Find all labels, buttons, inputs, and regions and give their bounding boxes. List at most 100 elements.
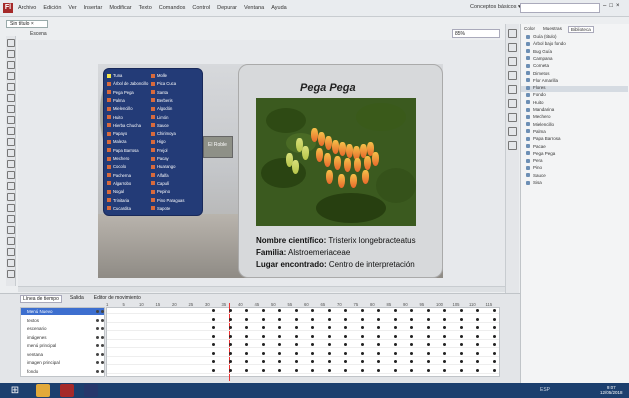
keyframe[interactable]	[311, 351, 314, 355]
keyframe[interactable]	[360, 343, 364, 346]
library-item[interactable]: Corneta	[526, 63, 549, 68]
keyframe[interactable]	[393, 334, 397, 338]
timeline-layer[interactable]: imagen principal	[21, 359, 104, 366]
keyframe[interactable]	[492, 334, 496, 338]
menu-plant-item[interactable]: Papayo	[107, 131, 127, 136]
lock-dot[interactable]	[101, 369, 104, 373]
menu-item[interactable]: Depurar	[217, 5, 237, 11]
keyframe[interactable]	[278, 326, 281, 329]
library-item[interactable]: Mechero	[526, 114, 551, 119]
menu-plant-item[interactable]: Pepino	[151, 189, 170, 194]
library-item[interactable]: Flores	[526, 85, 546, 90]
keyframe[interactable]	[278, 360, 281, 363]
keyframe[interactable]	[393, 309, 397, 312]
keyframe[interactable]	[311, 368, 314, 372]
tool-icon[interactable]	[7, 237, 15, 245]
keyframe[interactable]	[476, 351, 479, 355]
photoshop-taskbar-icon[interactable]	[84, 384, 98, 397]
tool-icon[interactable]	[7, 204, 15, 212]
keyframe[interactable]	[476, 317, 479, 321]
keyframe[interactable]	[212, 343, 215, 346]
keyframe[interactable]	[212, 317, 215, 321]
tool-icon[interactable]	[7, 127, 15, 135]
menu-plant-item[interactable]: Tuna	[107, 73, 122, 78]
tool-icon[interactable]	[7, 149, 15, 157]
keyframe[interactable]	[212, 351, 215, 355]
keyframe[interactable]	[344, 351, 347, 355]
keyframe[interactable]	[228, 360, 232, 363]
keyframe[interactable]	[212, 368, 215, 372]
timeline-layer[interactable]: textos	[21, 317, 104, 324]
keyframe[interactable]	[294, 351, 298, 355]
timeline-layer[interactable]: ventana	[21, 351, 104, 358]
frame-row[interactable]	[107, 334, 499, 340]
menu-plant-item[interactable]: Mechero	[107, 156, 129, 161]
library-item[interactable]: Mielencillo	[526, 122, 554, 127]
flash-taskbar-icon[interactable]	[60, 384, 74, 397]
panel-icon[interactable]	[508, 71, 517, 80]
library-item[interactable]: Guía (titulo)	[526, 34, 557, 39]
menu-plant-item[interactable]: Pino Paraguas	[151, 198, 184, 203]
keyframe[interactable]	[360, 309, 364, 312]
keyframe[interactable]	[311, 317, 314, 321]
timeline-tab[interactable]: Línea de tiempo	[20, 295, 62, 303]
keyframe[interactable]	[459, 326, 463, 329]
menu-item[interactable]: Comandos	[159, 5, 186, 11]
lock-dot[interactable]	[101, 318, 104, 322]
keyframe[interactable]	[476, 326, 479, 329]
document-tab[interactable]: Sin título ×	[6, 20, 48, 28]
keyframe[interactable]	[327, 368, 331, 372]
library-item[interactable]: Huito	[526, 100, 544, 105]
menu-plant-item[interactable]: Algarrobo	[107, 181, 131, 186]
keyframe[interactable]	[261, 309, 265, 312]
panel-icon[interactable]	[508, 99, 517, 108]
library-item[interactable]: Sisa	[526, 180, 542, 185]
tool-icon[interactable]	[7, 259, 15, 267]
keyframe[interactable]	[327, 343, 331, 346]
keyframe[interactable]	[459, 351, 463, 355]
tool-icon[interactable]	[7, 215, 15, 223]
keyframe[interactable]	[311, 360, 314, 363]
keyframe[interactable]	[278, 334, 281, 338]
keyframe[interactable]	[294, 343, 298, 346]
library-item[interactable]: Pera	[526, 158, 543, 163]
keyframe[interactable]	[443, 368, 446, 372]
keyframe[interactable]	[212, 334, 215, 338]
tool-icon[interactable]	[7, 72, 15, 80]
frame-row[interactable]	[107, 351, 499, 357]
tool-icon[interactable]	[7, 61, 15, 69]
keyframe[interactable]	[245, 309, 248, 312]
keyframe[interactable]	[443, 317, 446, 321]
menu-plant-item[interactable]: Sauce	[151, 123, 169, 128]
keyframe[interactable]	[327, 334, 331, 338]
library-tab[interactable]: Muestras	[541, 26, 564, 33]
tool-icon[interactable]	[7, 270, 15, 278]
keyframe[interactable]	[476, 309, 479, 312]
menu-item[interactable]: Ventana	[244, 5, 264, 11]
keyframe[interactable]	[360, 326, 364, 329]
tool-icon[interactable]	[7, 105, 15, 113]
visibility-dot[interactable]	[96, 327, 99, 330]
panel-icon[interactable]	[508, 113, 517, 122]
menu-item[interactable]: Archivo	[18, 5, 36, 11]
menu-plant-item[interactable]: Berberis	[151, 98, 173, 103]
keyframe[interactable]	[294, 317, 298, 321]
timeline-layer[interactable]: menú principal	[21, 342, 104, 349]
library-item[interactable]: Árbol bajo fondo	[526, 41, 566, 46]
keyframe[interactable]	[443, 351, 446, 355]
tool-icon[interactable]	[7, 193, 15, 201]
library-tab[interactable]: Biblioteca	[567, 26, 594, 33]
keyframe[interactable]	[278, 351, 281, 355]
library-tab[interactable]: Color	[522, 26, 537, 33]
library-item[interactable]: Pino	[526, 165, 542, 170]
search-input[interactable]	[520, 3, 600, 13]
visibility-dot[interactable]	[96, 318, 99, 322]
menu-plant-item[interactable]: Árbol de Jaboncillo	[107, 81, 148, 86]
keyframe[interactable]	[278, 368, 281, 372]
keyframe[interactable]	[377, 360, 380, 363]
menu-item[interactable]: Modificar	[109, 5, 131, 11]
tool-icon[interactable]	[7, 83, 15, 91]
keyframe[interactable]	[344, 343, 347, 346]
keyframe[interactable]	[245, 334, 248, 338]
panel-icon[interactable]	[508, 85, 517, 94]
